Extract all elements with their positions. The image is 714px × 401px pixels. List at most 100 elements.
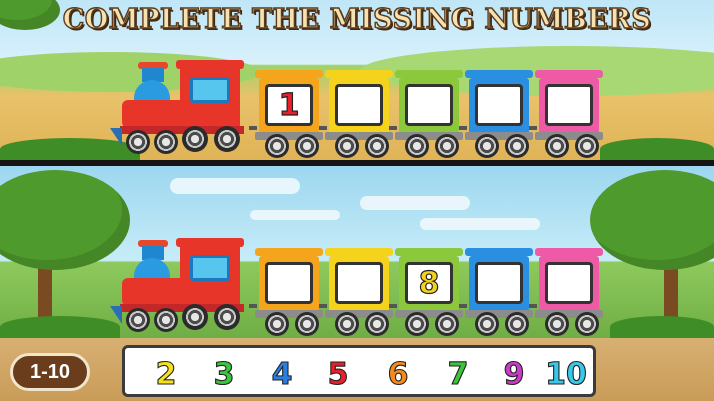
wheel — [182, 126, 208, 152]
wagon-roof — [255, 70, 323, 78]
number-slot[interactable] — [475, 84, 523, 126]
wheel — [405, 312, 429, 336]
middle-scene: 8 — [0, 166, 714, 338]
wheel — [545, 312, 569, 336]
locomotive — [110, 60, 245, 160]
cab-window — [190, 77, 230, 103]
number-tile-6[interactable]: 6 — [375, 354, 421, 394]
coupler — [249, 126, 257, 130]
number-slot[interactable] — [545, 262, 593, 304]
cloud — [360, 196, 470, 210]
wagon — [465, 70, 533, 160]
steam-dome — [134, 80, 170, 102]
number-slot[interactable] — [335, 84, 383, 126]
number-tile-4[interactable]: 4 — [259, 354, 305, 394]
cab-roof — [176, 238, 244, 247]
wheel — [335, 312, 359, 336]
number-slot[interactable]: 1 — [265, 84, 313, 126]
wagon — [535, 248, 603, 338]
wagon-roof — [325, 248, 393, 256]
wagon — [395, 70, 463, 160]
coupler — [459, 126, 467, 130]
coupler — [319, 126, 327, 130]
number-slot[interactable] — [405, 84, 453, 126]
wheel — [265, 134, 289, 158]
coupler — [529, 126, 537, 130]
wheel — [214, 126, 240, 152]
wheel — [265, 312, 289, 336]
wheel — [505, 134, 529, 158]
number-slot[interactable]: 8 — [405, 262, 453, 304]
steam-dome — [134, 258, 170, 280]
coupler — [389, 304, 397, 308]
coupler — [459, 304, 467, 308]
wheel — [335, 134, 359, 158]
coupler — [249, 304, 257, 308]
tree-canopy — [0, 170, 130, 270]
number-tile-3[interactable]: 3 — [201, 354, 247, 394]
wagon-roof — [465, 70, 533, 78]
wheel — [295, 312, 319, 336]
coupler — [529, 304, 537, 308]
wagon-roof — [535, 248, 603, 256]
number-slot[interactable] — [265, 262, 313, 304]
number-tile-10[interactable]: 10 — [541, 354, 591, 394]
cowcatcher — [110, 128, 122, 146]
number-tile-7[interactable]: 7 — [435, 354, 481, 394]
wagon-roof — [325, 70, 393, 78]
wheel — [435, 134, 459, 158]
coupler — [319, 304, 327, 308]
number-tile-5[interactable]: 5 — [315, 354, 361, 394]
cloud — [420, 218, 540, 230]
wagon — [465, 248, 533, 338]
wheel — [475, 134, 499, 158]
cab-roof — [176, 60, 244, 69]
wheel — [575, 312, 599, 336]
wheel — [545, 134, 569, 158]
number-slot[interactable] — [475, 262, 523, 304]
wheel — [214, 304, 240, 330]
wagon: 8 — [395, 248, 463, 338]
number-tile-9[interactable]: 9 — [491, 354, 537, 394]
wheel — [365, 134, 389, 158]
cloud — [170, 178, 300, 194]
wagon — [255, 248, 323, 338]
wagon: 1 — [255, 70, 323, 160]
wagon-roof — [535, 70, 603, 78]
wagon-roof — [255, 248, 323, 256]
number-slot[interactable] — [545, 84, 593, 126]
range-badge: 1-10 — [10, 353, 90, 391]
coupler — [389, 126, 397, 130]
number-tile-2[interactable]: 2 — [143, 354, 189, 394]
grass-tuft — [600, 138, 714, 160]
wheel — [475, 312, 499, 336]
top-scene: COMPLETE THE MISSING NUMBERS 1 — [0, 0, 714, 160]
wheel — [575, 134, 599, 158]
wagon-roof — [465, 248, 533, 256]
wagon — [325, 248, 393, 338]
locomotive — [110, 238, 245, 338]
grass-tuft — [610, 316, 714, 338]
train-bottom: 8 — [110, 238, 610, 338]
wheel — [295, 134, 319, 158]
wheel — [365, 312, 389, 336]
page-title: COMPLETE THE MISSING NUMBERS — [62, 3, 652, 35]
cloud — [250, 210, 340, 220]
wheel — [405, 134, 429, 158]
wagon-roof — [395, 248, 463, 256]
train-top: 1 — [110, 60, 610, 160]
wheel — [154, 130, 178, 154]
wagon-roof — [395, 70, 463, 78]
number-tray: 2 3 4 5 6 7 9 10 — [122, 345, 596, 397]
wagon — [535, 70, 603, 160]
cowcatcher — [110, 306, 122, 324]
wheel — [435, 312, 459, 336]
wagon — [325, 70, 393, 160]
wheel — [154, 308, 178, 332]
wheel — [182, 304, 208, 330]
number-slot[interactable] — [335, 262, 383, 304]
wheel — [505, 312, 529, 336]
cab-window — [190, 255, 230, 281]
wheel — [126, 130, 150, 154]
wheel — [126, 308, 150, 332]
